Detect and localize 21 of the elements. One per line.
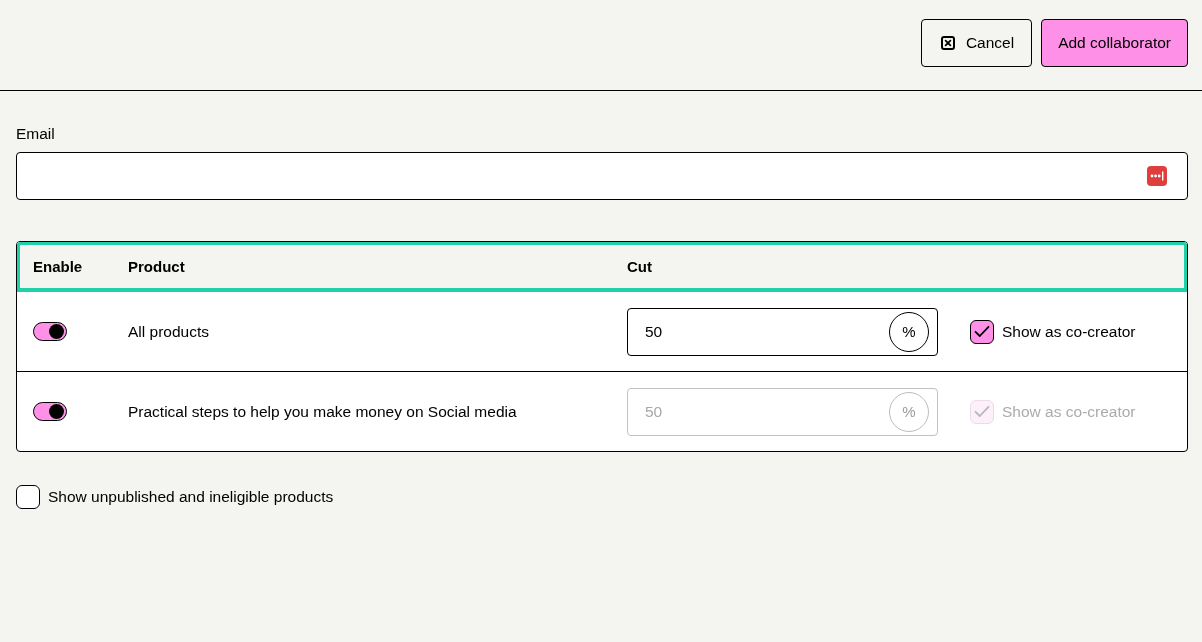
checkbox[interactable] xyxy=(16,485,40,509)
cut-input[interactable]: 50 % xyxy=(627,307,938,356)
check-icon xyxy=(974,405,990,418)
checkbox-label: Show unpublished and ineligible products xyxy=(48,488,334,506)
submit-button[interactable]: Add collaborator xyxy=(1041,19,1188,67)
check-icon xyxy=(974,325,990,338)
checkbox-label: Show as co-creator xyxy=(1002,402,1136,421)
dots-icon xyxy=(1147,166,1167,186)
column-heading: Enable xyxy=(33,258,83,275)
email-input[interactable] xyxy=(16,152,1188,200)
column-heading: Cut xyxy=(627,258,652,275)
toggle-switch[interactable] xyxy=(33,402,67,421)
checkbox-label: Show as co-creator xyxy=(1002,322,1136,341)
checkbox[interactable] xyxy=(970,319,994,344)
close-icon xyxy=(940,36,955,50)
email-label: Email xyxy=(16,124,55,144)
product-name: All products xyxy=(128,322,209,341)
toggle-switch[interactable] xyxy=(33,322,67,341)
product-name: Practical steps to help you make money on Social media xyxy=(128,402,517,421)
cancel-button[interactable]: Cancel xyxy=(920,19,1033,67)
column-heading: Product xyxy=(128,258,185,275)
